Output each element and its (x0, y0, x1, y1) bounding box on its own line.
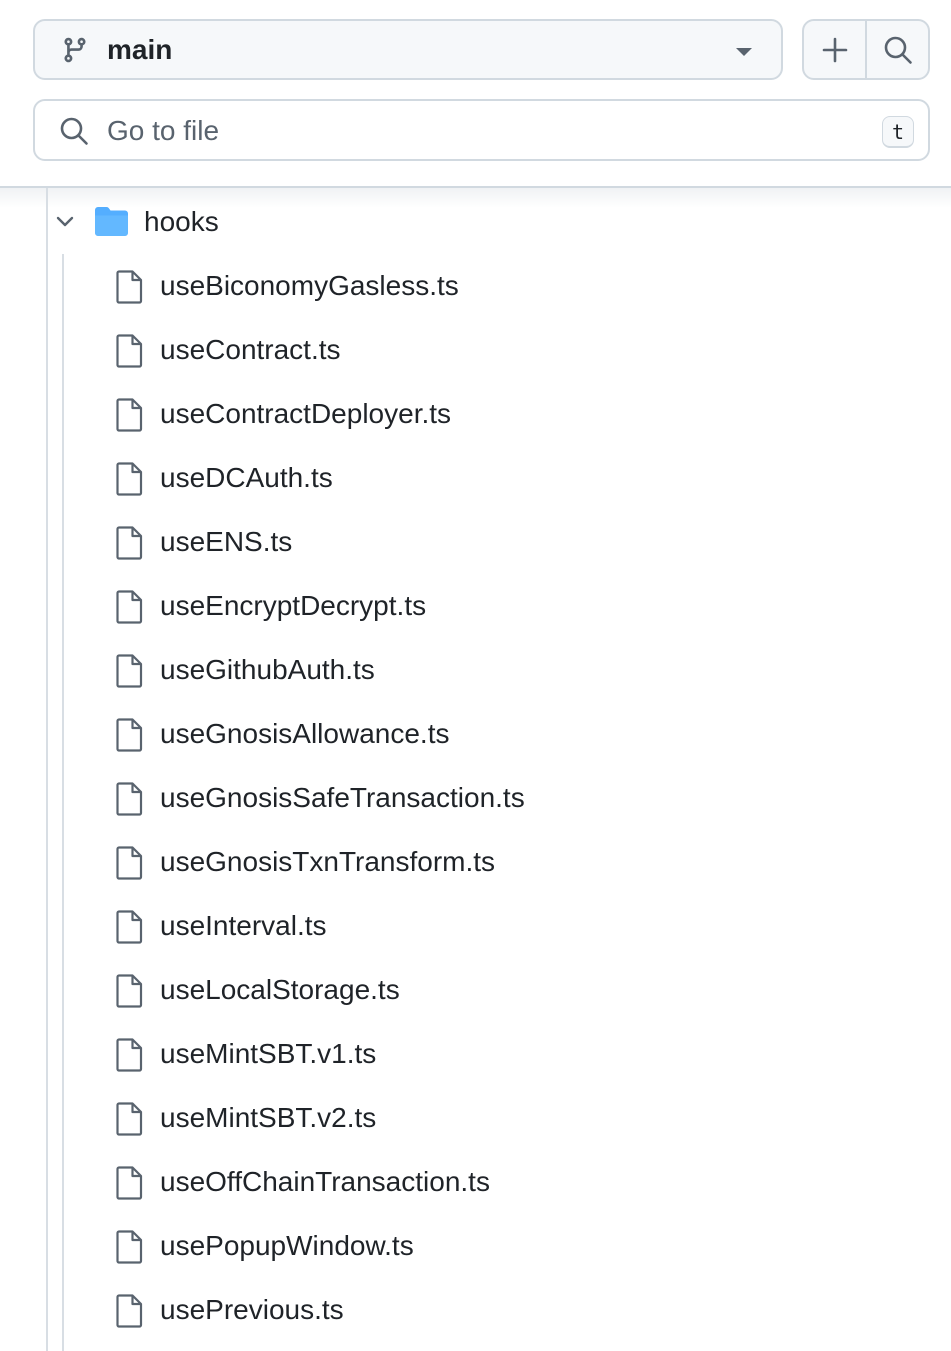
file-icon (116, 974, 143, 1008)
tree-file-item[interactable]: useBiconomyGasless.ts (64, 254, 951, 318)
search-code-button[interactable] (865, 21, 928, 78)
tree-file-item[interactable]: useDCAuth.ts (64, 446, 951, 510)
file-icon (116, 462, 143, 496)
tree-file-item[interactable]: useInterval.ts (64, 894, 951, 958)
file-icon (116, 782, 143, 816)
file-icon (116, 334, 143, 368)
tree-folder-hooks[interactable]: hooks (48, 190, 951, 254)
file-name: useMintSBT.v2.ts (160, 1102, 377, 1133)
file-name: useOffChainTransaction.ts (160, 1166, 490, 1197)
tree-file-item[interactable]: usePopupWindow.ts (64, 1214, 951, 1278)
search-icon (884, 36, 912, 64)
folder-name: hooks (144, 206, 219, 237)
branch-name: main (107, 34, 173, 65)
chevron-down-icon[interactable] (56, 214, 74, 230)
file-icon (116, 1038, 143, 1072)
file-icon (116, 1294, 143, 1328)
tree-file-item[interactable]: useGithubAuth.ts (64, 638, 951, 702)
tree-file-item[interactable]: useGnosisAllowance.ts (64, 702, 951, 766)
file-icon (116, 590, 143, 624)
file-icon (116, 398, 143, 432)
file-icon (116, 846, 143, 880)
triangle-down-icon (736, 48, 752, 56)
tree-file-item[interactable]: useENS.ts (64, 510, 951, 574)
file-name: useContract.ts (160, 334, 341, 365)
folder-open-icon (95, 207, 128, 236)
file-name: usePrevious.ts (160, 1294, 344, 1325)
file-name: useGnosisAllowance.ts (160, 718, 450, 749)
keyboard-shortcut-hint: t (882, 116, 914, 148)
tree-file-item[interactable]: useContract.ts (64, 318, 951, 382)
file-icon (116, 1230, 143, 1264)
tree-file-item[interactable]: useMintSBT.v2.ts (64, 1086, 951, 1150)
tree-file-item[interactable]: useOffChainTransaction.ts (64, 1150, 951, 1214)
add-file-button[interactable] (804, 21, 865, 78)
file-name: usePopupWindow.ts (160, 1230, 414, 1261)
file-name: useGnosisSafeTransaction.ts (160, 782, 525, 813)
tree-file-item[interactable]: usePrevious.ts (64, 1278, 951, 1342)
file-name: useGnosisTxnTransform.ts (160, 846, 496, 877)
file-icon (116, 718, 143, 752)
tree-file-item[interactable]: useGnosisTxnTransform.ts (64, 830, 951, 894)
file-list: useBiconomyGasless.ts useContract.ts useCo… (64, 254, 951, 1342)
tree-file-item[interactable]: useLocalStorage.ts (64, 958, 951, 1022)
file-name: useLocalStorage.ts (160, 974, 400, 1005)
file-icon (116, 526, 143, 560)
file-icon (116, 270, 143, 304)
file-name: useDCAuth.ts (160, 462, 333, 493)
tree-indent-guide (46, 188, 48, 1351)
tree-actions-group (802, 19, 930, 80)
go-to-file-input[interactable]: Go to file t (33, 99, 930, 161)
tree-file-item[interactable]: useGnosisSafeTransaction.ts (64, 766, 951, 830)
tree-file-item[interactable]: useEncryptDecrypt.ts (64, 574, 951, 638)
file-name: useContractDeployer.ts (160, 398, 452, 429)
branch-selector-button[interactable]: main (33, 19, 783, 80)
file-tree-panel: main Go to file t hooks useBiconomyGasle… (0, 0, 951, 1351)
file-icon (116, 654, 143, 688)
file-icon (116, 1102, 143, 1136)
tree-file-item[interactable]: useContractDeployer.ts (64, 382, 951, 446)
file-name: useEncryptDecrypt.ts (160, 590, 427, 621)
plus-icon (822, 37, 847, 62)
tree-file-item[interactable]: useMintSBT.v1.ts (64, 1022, 951, 1086)
file-name: useMintSBT.v1.ts (160, 1038, 377, 1069)
file-name: useGithubAuth.ts (160, 654, 375, 685)
file-name: useENS.ts (160, 526, 293, 557)
file-name: useBiconomyGasless.ts (160, 270, 459, 301)
search-icon (60, 117, 88, 145)
file-icon (116, 910, 143, 944)
file-icon (116, 1166, 143, 1200)
go-to-file-placeholder: Go to file (107, 115, 220, 146)
file-name: useInterval.ts (160, 910, 327, 941)
git-branch-icon (64, 37, 86, 63)
